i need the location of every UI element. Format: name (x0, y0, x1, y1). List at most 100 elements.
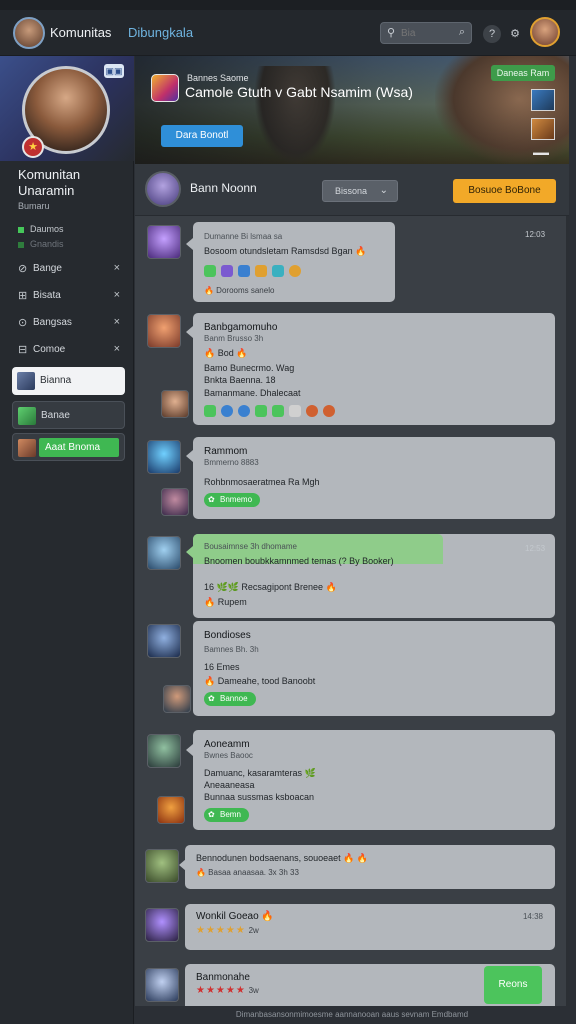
tag-pill[interactable]: ✿ Bnmemo (204, 493, 261, 507)
user-avatar[interactable] (147, 314, 181, 348)
hero-thumbnail[interactable] (531, 118, 555, 140)
user-avatar[interactable] (147, 624, 181, 658)
rank-badge-icon: ★ (22, 136, 44, 158)
message-text: Damuanc, kasaramteras 🌿 (204, 768, 316, 778)
leaf-icon: ✿ (208, 810, 215, 819)
away-dot-icon (18, 241, 24, 248)
message-meta: Bamnes Bh. 3h (204, 645, 259, 654)
sidebar-card-active[interactable]: Aaat Bnoma (12, 433, 125, 461)
bubble-tail (186, 450, 193, 462)
reaction-icon[interactable] (221, 265, 233, 277)
sidebar-card-banae[interactable]: Banae (12, 401, 125, 429)
reaction-icon[interactable] (221, 405, 233, 417)
reaction-row[interactable] (204, 264, 306, 278)
room-avatar[interactable] (145, 171, 181, 207)
reaction-icon[interactable] (323, 405, 335, 417)
nav-item-bange[interactable]: ⊘ Bange × (18, 262, 122, 278)
settings-icon[interactable]: ⚙ (506, 25, 524, 43)
close-icon[interactable]: × (114, 343, 120, 355)
magnifier-icon[interactable]: ⌕ (459, 26, 465, 39)
reaction-icon[interactable] (204, 265, 216, 277)
star-rating[interactable]: ★★★★★ 2w (196, 925, 259, 936)
nav-label: Bangsas (33, 317, 72, 328)
reaction-icon[interactable] (272, 405, 284, 417)
reaction-icon[interactable] (238, 405, 250, 417)
reaction-icon[interactable] (272, 265, 284, 277)
message-text: Aneaaneasa (204, 780, 255, 790)
author-name: Wonkil (196, 911, 226, 922)
reaction-icon[interactable] (255, 265, 267, 277)
room-dropdown-button[interactable]: Bissona ⌄ (322, 180, 398, 202)
feed-scrollbar[interactable] (566, 216, 569, 1006)
user-avatar[interactable] (145, 908, 179, 942)
user-avatar[interactable] (157, 796, 185, 824)
star-rating[interactable]: ★★★★★ 3w (196, 985, 259, 996)
hero-thumbnail[interactable] (531, 89, 555, 111)
help-icon[interactable]: ? (483, 25, 501, 43)
status-online[interactable]: Daumos (18, 224, 64, 234)
online-dot-icon (18, 226, 24, 233)
nav-item-comoe[interactable]: ⊟ Comoe × (18, 343, 122, 359)
user-avatar[interactable] (161, 390, 189, 418)
close-icon[interactable]: × (114, 289, 120, 301)
grid-icon: ⊞ (18, 290, 28, 302)
tag-pill[interactable]: ✿ Bemn (204, 808, 249, 822)
pill-label: Bannoe (220, 694, 248, 703)
user-avatar[interactable] (147, 440, 181, 474)
nav-item-bisata[interactable]: ⊞ Bisata × (18, 289, 122, 305)
rating-note: 2w (248, 926, 259, 935)
reaction-icon[interactable] (255, 405, 267, 417)
reaction-icon[interactable] (289, 405, 301, 417)
card-label: Bianna (40, 375, 72, 386)
user-avatar[interactable] (147, 734, 181, 768)
author-tag: Goeao 🔥 (228, 911, 274, 922)
message-bubble: Bennodunen bodsaenans, souoeaet 🔥 🔥 🔥 Ba… (185, 845, 555, 889)
card-thumbnail (18, 407, 36, 425)
message-meta: Dumanne Bi lsmaa sa (204, 232, 283, 241)
reaction-icon[interactable] (289, 265, 301, 277)
message-meta: 🔥 Basaa anaasaa. 3x 3h 33 (196, 868, 299, 877)
room-name: Bann Noonn (190, 181, 257, 195)
sidebar-card-bianna[interactable]: Bianna (12, 367, 125, 395)
message-time: 14:38 (522, 912, 543, 921)
bubble-tail (186, 744, 193, 756)
reaction-icon[interactable] (204, 405, 216, 417)
hero-title: Camole Gtuth v Gabt Nsamim (Wsa) (185, 84, 413, 100)
message-bubble: Banbgamomuho Banm Brusso 3h 🔥 Bod 🔥 Bamo… (193, 313, 555, 425)
app-channel-link[interactable]: Dibungkala (128, 25, 193, 40)
profile-menu-button[interactable]: ▣▣ (104, 64, 124, 78)
user-avatar[interactable] (530, 17, 560, 47)
reply-button[interactable]: Reons (484, 966, 542, 1004)
message-time: 12:53 (525, 544, 546, 553)
message-bubble: Aoneamm Bwnes Baooc Damuanc, kasaramtera… (193, 730, 555, 830)
reaction-row[interactable] (204, 404, 340, 418)
hero-action-button[interactable]: Dara Bonotl (161, 125, 243, 147)
pill-label: Bnmemo (220, 495, 253, 504)
join-room-button[interactable]: Bosuoe BoBone (453, 179, 556, 203)
nav-label: Comoe (33, 344, 66, 355)
user-avatar[interactable] (145, 849, 179, 883)
hero-kicker: Bannes Saome (187, 73, 249, 83)
close-icon[interactable]: × (114, 316, 120, 328)
room-header: Bann Noonn Bissona ⌄ Bosuoe BoBone (135, 164, 569, 216)
card-label: Aaat Bnoma (45, 442, 101, 453)
nav-item-bangsas[interactable]: ⊙ Bangsas × (18, 316, 122, 332)
tag-pill[interactable]: ✿ Bannoe (204, 692, 256, 706)
reaction-icon[interactable] (306, 405, 318, 417)
status-away[interactable]: Gnandis (18, 239, 64, 249)
app-logo-avatar[interactable] (13, 17, 45, 49)
chevron-down-icon: ⌄ (379, 185, 388, 196)
message-text: Bennodunen bodsaenans, souoeaet 🔥 🔥 (196, 853, 369, 863)
close-icon[interactable]: × (114, 262, 120, 274)
user-avatar[interactable] (145, 968, 179, 1002)
user-avatar[interactable] (161, 488, 189, 516)
search-input[interactable] (401, 26, 447, 40)
user-avatar[interactable] (147, 536, 181, 570)
search-box[interactable]: ⚲ ⌕ (380, 22, 472, 44)
online-status-badge[interactable]: Daneas Ram (491, 65, 555, 81)
user-avatar[interactable] (147, 225, 181, 259)
reaction-icon[interactable] (238, 265, 250, 277)
more-icon[interactable]: ▬▬ (533, 148, 549, 157)
app-name: Komunitas (50, 25, 112, 40)
user-avatar[interactable] (163, 685, 191, 713)
